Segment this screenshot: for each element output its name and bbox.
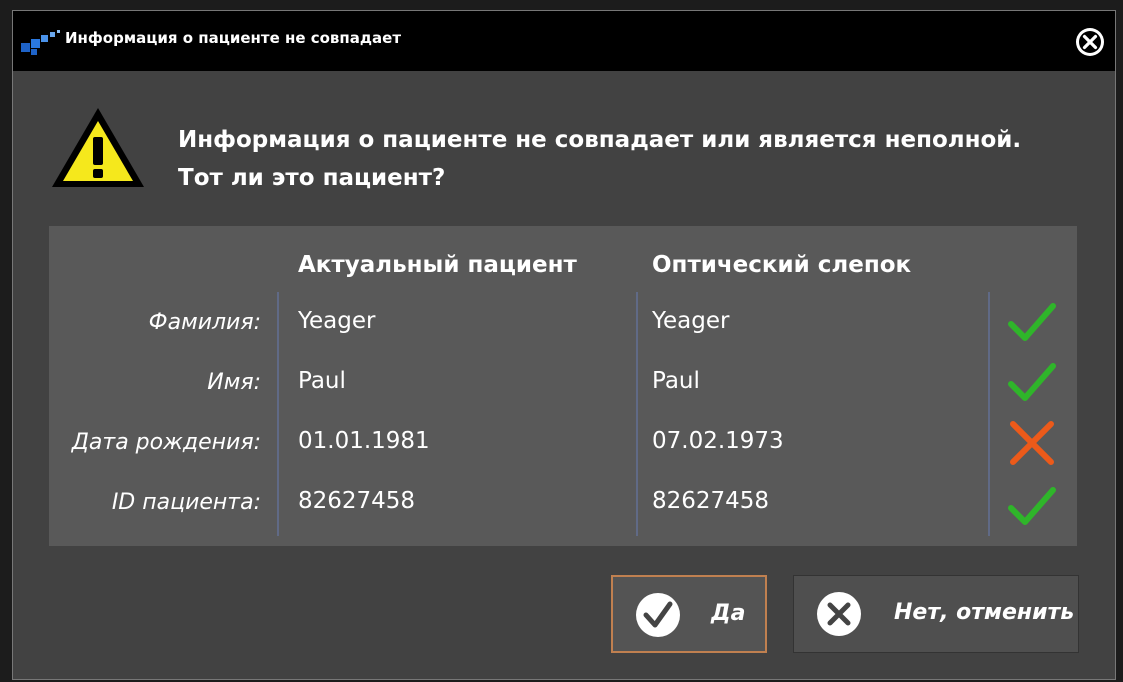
dialog-window: Информация о пациенте не совпадает Инфор… <box>12 10 1116 680</box>
current-birth-date: 01.01.1981 <box>298 428 430 454</box>
row-label-birth-date: Дата рождения: <box>71 430 261 455</box>
check-circle-icon <box>636 593 680 637</box>
cancel-circle-icon <box>817 592 861 636</box>
header-current-patient: Актуальный пациент <box>298 252 577 278</box>
optical-first-name: Paul <box>652 368 700 394</box>
yes-button-label: Да <box>711 601 746 626</box>
warning-message: Информация о пациенте не совпадает или я… <box>178 121 1021 197</box>
yes-button[interactable]: Да <box>611 575 767 653</box>
cancel-button[interactable]: Нет, отменить <box>793 575 1079 653</box>
cancel-button-label: Нет, отменить <box>894 600 1075 625</box>
optical-surname: Yeager <box>652 308 730 334</box>
mismatch-cross-icon <box>1010 421 1054 465</box>
header-optical-impression: Оптический слепок <box>652 252 912 278</box>
close-icon[interactable] <box>1073 25 1107 59</box>
comparison-table: Актуальный пациент Оптический слепок Фам… <box>49 226 1077 546</box>
title-bar: Информация о пациенте не совпадает <box>13 11 1115 71</box>
window-title: Информация о пациенте не совпадает <box>65 29 402 47</box>
row-label-first-name: Имя: <box>207 370 261 395</box>
column-divider <box>277 292 279 536</box>
column-divider <box>988 292 990 536</box>
warning-triangle-icon <box>52 108 144 187</box>
row-label-patient-id: ID пациента: <box>111 490 261 515</box>
match-check-icon <box>1008 487 1056 525</box>
column-divider <box>636 292 638 536</box>
optical-patient-id: 82627458 <box>652 488 770 514</box>
match-check-icon <box>1008 303 1056 341</box>
app-logo-icon <box>21 30 60 55</box>
current-first-name: Paul <box>298 368 346 394</box>
message-line-2: Тот ли это пациент? <box>178 165 446 191</box>
current-surname: Yeager <box>298 308 376 334</box>
row-label-surname: Фамилия: <box>148 310 261 335</box>
match-check-icon <box>1008 363 1056 401</box>
message-line-1: Информация о пациенте не совпадает или я… <box>178 127 1022 153</box>
optical-birth-date: 07.02.1973 <box>652 428 784 454</box>
current-patient-id: 82627458 <box>298 488 416 514</box>
